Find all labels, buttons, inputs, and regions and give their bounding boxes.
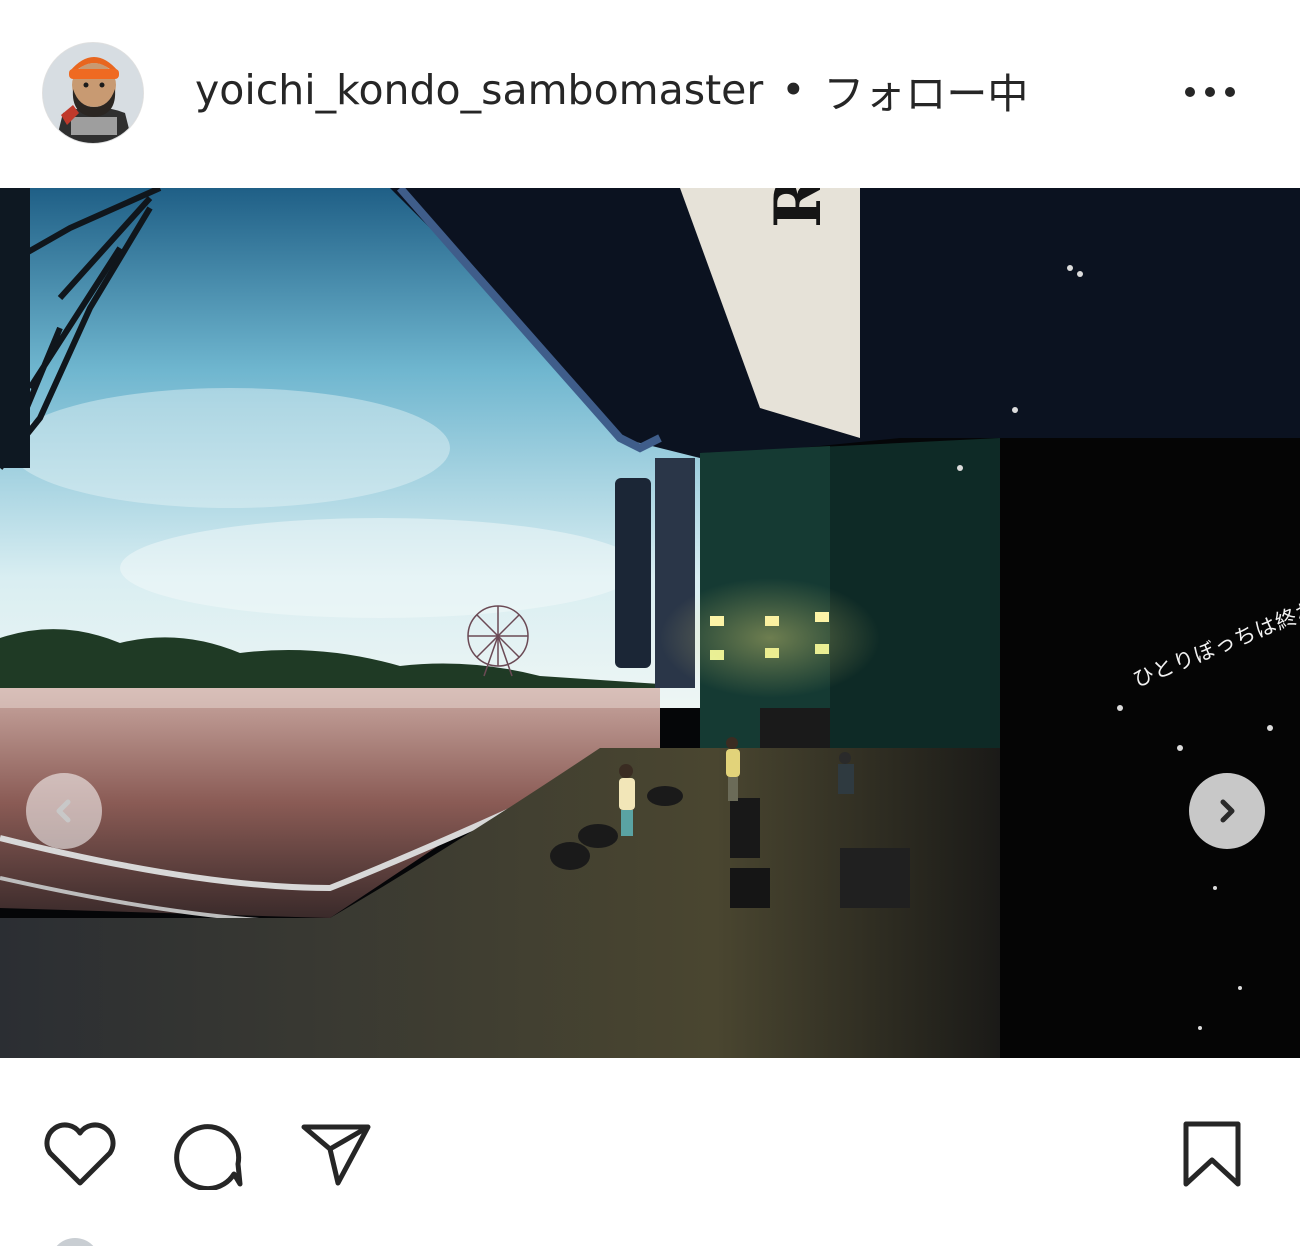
- post-photo[interactable]: ROCK: [0, 188, 1300, 1058]
- more-options-icon: [1185, 87, 1235, 97]
- banner-rock-text: ROCK: [761, 188, 836, 228]
- header-text-row: yoichi_kondo_sambomaster • フォロー中: [195, 62, 1028, 118]
- heart-icon: [44, 1122, 116, 1186]
- separator-dot: •: [781, 66, 806, 114]
- save-button[interactable]: [1172, 1114, 1252, 1194]
- comment-bubble-icon: [174, 1124, 243, 1190]
- concert-stage-image: ROCK: [0, 188, 1300, 1058]
- chevron-left-icon: [56, 799, 71, 823]
- comment-button[interactable]: [168, 1114, 248, 1194]
- follow-status-button[interactable]: フォロー中: [823, 60, 1028, 120]
- chevron-right-icon: [1220, 799, 1235, 823]
- username-link[interactable]: yoichi_kondo_sambomaster: [195, 66, 763, 114]
- carousel-prev-button[interactable]: [26, 773, 102, 849]
- avatar-figure-icon: [43, 43, 143, 143]
- share-button[interactable]: [296, 1114, 376, 1194]
- carousel-next-button[interactable]: [1189, 773, 1265, 849]
- like-button[interactable]: [40, 1116, 120, 1192]
- bookmark-icon: [1183, 1121, 1241, 1187]
- post-header: yoichi_kondo_sambomaster • フォロー中: [0, 0, 1300, 188]
- profile-avatar[interactable]: [42, 42, 144, 144]
- paper-plane-icon: [301, 1124, 371, 1186]
- more-options-button[interactable]: [1180, 72, 1240, 112]
